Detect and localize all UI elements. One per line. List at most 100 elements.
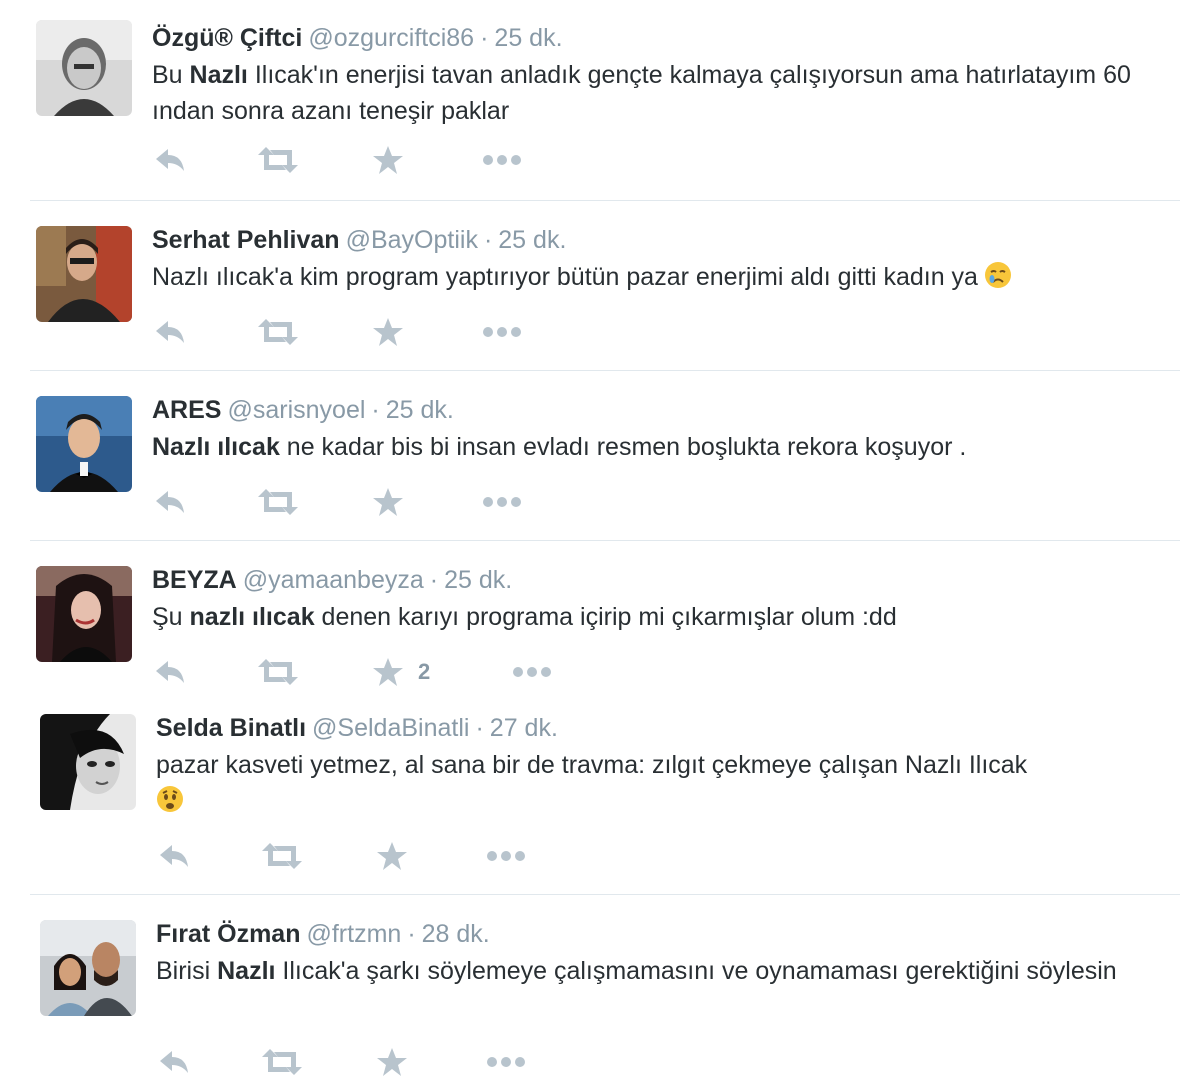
tweet-text: Birisi Nazlı Ilıcak'a şarkı söylemeye ça… [156, 953, 1170, 989]
more-dots-icon [483, 155, 521, 165]
tweet: Özgü® Çiftci @ozgurciftci86 · 25 dk. Bu Naz… [0, 20, 1200, 200]
tweet-fullname[interactable]: Fırat Özman [156, 920, 300, 948]
more-button[interactable] [486, 836, 526, 876]
retweet-icon [258, 319, 298, 345]
tweet-timestamp[interactable]: 25 dk. [444, 566, 512, 594]
retweet-button[interactable] [256, 312, 300, 352]
tweet-header: ARES @sarisnyoel · 25 dk. [152, 392, 1170, 428]
tweet-header: BEYZA @yamaanbeyza · 25 dk. [152, 562, 1170, 598]
retweet-icon [262, 843, 302, 869]
more-button[interactable] [482, 140, 522, 180]
tweet-username[interactable]: @ozgurciftci86 [308, 24, 474, 52]
tweet-username[interactable]: @frtzmn [306, 920, 401, 948]
text-part: Şu [152, 603, 190, 631]
favorite-button[interactable] [376, 836, 408, 876]
tweet-username[interactable]: @sarisnyoel [227, 396, 365, 424]
reply-icon [156, 661, 184, 683]
worried-face-emoji [157, 786, 183, 812]
tweet: Serhat Pehlivan @BayOptiik · 25 dk. Nazlı ı… [0, 222, 1200, 370]
tweet-fullname[interactable]: Selda Binatlı [156, 714, 306, 742]
favorite-button[interactable] [372, 312, 404, 352]
star-icon [377, 842, 407, 870]
retweet-icon [258, 147, 298, 173]
tweet-text: Bu Nazlı Ilıcak'ın enerjisi tavan anladı… [152, 57, 1170, 129]
star-icon [373, 488, 403, 516]
tweet: ARES @sarisnyoel · 25 dk. Nazlı ılıcak ne k… [0, 392, 1200, 540]
text-part: denen karıyı programa içirip mi çıkarmış… [314, 603, 897, 631]
reply-button[interactable] [156, 836, 192, 876]
reply-button[interactable] [152, 312, 188, 352]
retweet-icon [262, 1049, 302, 1075]
header-separator: · [475, 714, 484, 742]
tweet-header: Özgü® Çiftci @ozgurciftci86 · 25 dk. [152, 20, 1170, 56]
avatar[interactable] [36, 566, 132, 662]
favorite-button[interactable] [372, 140, 404, 180]
more-dots-icon [513, 667, 551, 677]
retweet-icon [258, 659, 298, 685]
header-separator: · [371, 396, 380, 424]
tweet-timestamp[interactable]: 25 dk. [494, 24, 562, 52]
favorite-count: 2 [418, 659, 431, 684]
tweet-header: Fırat Özman @frtzmn · 28 dk. [156, 916, 1170, 952]
text-part: pazar kasveti yetmez, al sana bir de tra… [156, 751, 1028, 779]
tweet-fullname[interactable]: BEYZA [152, 566, 237, 594]
retweet-button[interactable] [256, 652, 300, 692]
reply-icon [160, 1051, 188, 1073]
tweet-actions [152, 312, 752, 352]
reply-button[interactable] [152, 482, 188, 522]
tweet-username[interactable]: @SeldaBinatli [312, 714, 469, 742]
reply-button[interactable] [156, 1042, 192, 1082]
tweet-actions [152, 482, 752, 522]
header-separator: · [429, 566, 439, 594]
tweet: BEYZA @yamaanbeyza · 25 dk. Şu nazlı ılıcak… [0, 562, 1200, 692]
tweet-timestamp[interactable]: 27 dk. [490, 714, 558, 742]
tweet-fullname[interactable]: Serhat Pehlivan [152, 226, 340, 254]
tweet-actions [156, 1042, 756, 1082]
avatar[interactable] [36, 20, 132, 116]
avatar[interactable] [36, 226, 132, 322]
tweet-text: pazar kasveti yetmez, al sana bir de tra… [156, 747, 1170, 819]
text-part-highlight: Nazlı [189, 61, 248, 89]
tweet-timestamp[interactable]: 25 dk. [498, 226, 566, 254]
avatar[interactable] [40, 920, 136, 1016]
retweet-button[interactable] [260, 1042, 304, 1082]
tweet-timestamp[interactable]: 28 dk. [422, 920, 490, 948]
star-icon [373, 318, 403, 346]
more-dots-icon [487, 1057, 525, 1067]
favorite-button[interactable] [376, 1042, 408, 1082]
tweet-text: Nazlı ılıcak ne kadar bis bi insan evlad… [152, 429, 1170, 465]
tweet-username[interactable]: @BayOptiik [346, 226, 478, 254]
retweet-button[interactable] [256, 140, 300, 180]
avatar[interactable] [40, 714, 136, 810]
text-part: Ilıcak'ın enerjisi tavan anladık gençte … [152, 61, 1131, 125]
more-button[interactable] [482, 312, 522, 352]
tweet-divider [30, 540, 1180, 541]
tweet-fullname[interactable]: Özgü® Çiftci [152, 24, 302, 52]
more-button[interactable] [486, 1042, 526, 1082]
tweet-actions: 2 [152, 652, 752, 692]
more-dots-icon [483, 497, 521, 507]
reply-icon [160, 845, 188, 867]
avatar[interactable] [36, 396, 132, 492]
tweet-text: Şu nazlı ılıcak denen karıyı programa iç… [152, 599, 1170, 635]
more-button[interactable] [482, 482, 522, 522]
tweet-header: Serhat Pehlivan @BayOptiik · 25 dk. [152, 222, 1170, 258]
star-icon [377, 1048, 407, 1076]
header-separator: · [483, 226, 493, 254]
favorite-button[interactable]: 2 [372, 652, 430, 692]
favorite-button[interactable] [372, 482, 404, 522]
tweet-username[interactable]: @yamaanbeyza [243, 566, 424, 594]
timeline: Özgü® Çiftci @ozgurciftci86 · 25 dk. Bu Naz… [0, 0, 1200, 1084]
retweet-button[interactable] [260, 836, 304, 876]
reply-button[interactable] [152, 140, 188, 180]
reply-button[interactable] [152, 652, 188, 692]
tweet-fullname[interactable]: ARES [152, 396, 221, 424]
tweet-header: Selda Binatlı @SeldaBinatli · 27 dk. [156, 710, 1170, 746]
retweet-button[interactable] [256, 482, 300, 522]
more-button[interactable] [512, 652, 552, 692]
text-part: Birisi [156, 957, 218, 985]
header-separator: · [407, 920, 416, 948]
tweet-timestamp[interactable]: 25 dk. [386, 396, 454, 424]
tweet-divider [30, 370, 1180, 371]
more-dots-icon [483, 327, 521, 337]
